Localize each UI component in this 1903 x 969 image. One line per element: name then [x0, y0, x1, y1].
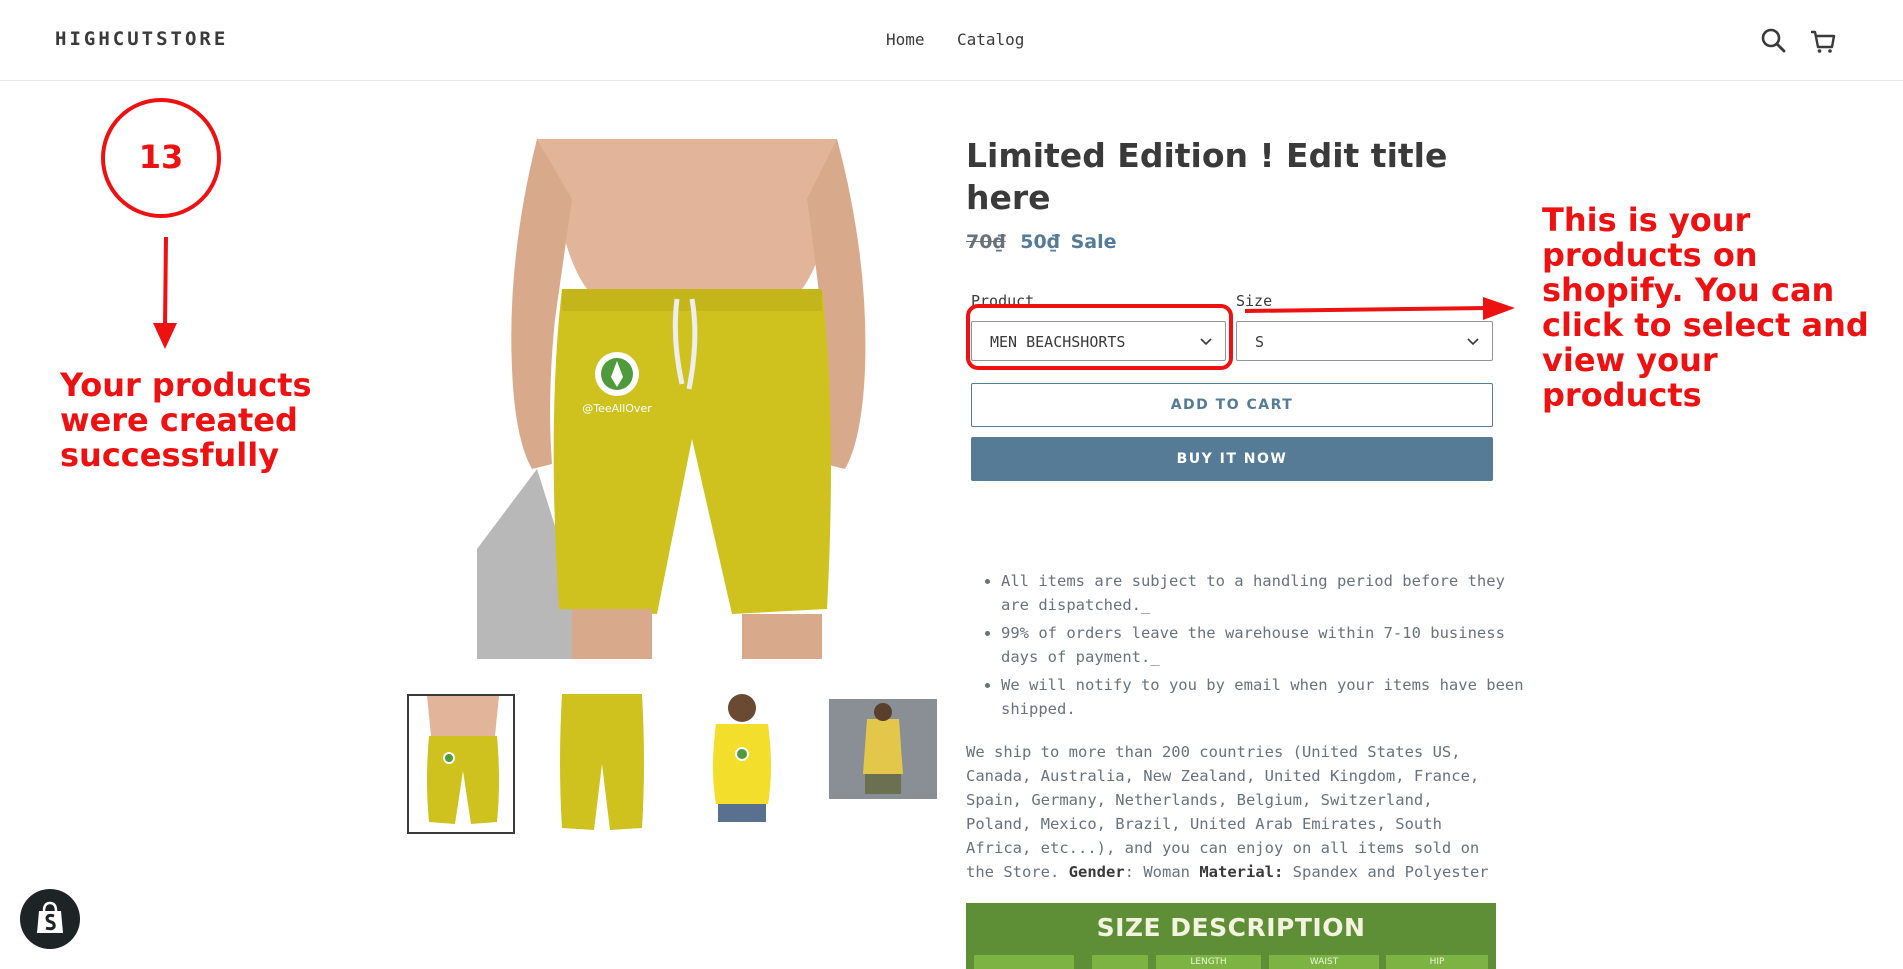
size-column: LENGTH — [1156, 955, 1261, 969]
buy-now-button[interactable]: BUY IT NOW — [971, 437, 1493, 481]
highlight-box — [966, 304, 1233, 370]
size-column: HIP — [1386, 955, 1488, 969]
thumbnail-1[interactable] — [407, 694, 515, 834]
list-item: 99% of orders leave the warehouse within… — [1001, 621, 1541, 669]
size-column — [974, 955, 1074, 969]
product-main-image[interactable]: @TeeAllOver — [477, 139, 930, 659]
gender-label: Gender — [1068, 863, 1125, 881]
size-select-value: S — [1255, 333, 1265, 351]
annotation-right-note: This is your products on shopify. You ca… — [1542, 201, 1869, 414]
price-row: 70₫ 50₫ Sale — [966, 231, 1117, 253]
store-logo[interactable]: HIGHCUTSTORE — [55, 28, 228, 50]
shipping-bullets: All items are subject to a handling peri… — [966, 569, 1541, 725]
arrow-down-icon — [153, 236, 177, 349]
product-description: We ship to more than 200 countries (Unit… — [966, 740, 1506, 884]
arrow-right-icon — [1244, 297, 1515, 320]
material-label: Material: — [1199, 863, 1284, 881]
cart-icon[interactable] — [1808, 26, 1838, 56]
thumbnail-4[interactable] — [829, 694, 937, 834]
shopify-bag-icon[interactable] — [20, 889, 80, 949]
regular-price: 70₫ — [966, 231, 1006, 253]
list-item: All items are subject to a handling peri… — [1001, 569, 1541, 617]
thumbnail-3[interactable] — [688, 694, 796, 834]
sale-badge: Sale — [1070, 231, 1117, 253]
shorts-logo-text: @TeeAllOver — [582, 402, 652, 415]
step-number-badge: 13 — [101, 98, 221, 218]
size-column: WAIST — [1269, 955, 1379, 969]
site-header: HIGHCUTSTORE Home Catalog — [0, 0, 1903, 81]
list-item: We will notify to you by email when your… — [1001, 673, 1541, 721]
gender-value: : Woman — [1124, 863, 1190, 881]
chevron-down-icon — [1466, 334, 1480, 352]
product-title: Limited Edition ! Edit title here — [966, 136, 1448, 217]
add-to-cart-button[interactable]: ADD TO CART — [971, 383, 1493, 427]
nav-link-home[interactable]: Home — [886, 30, 925, 49]
size-description-banner: SIZE DESCRIPTION LENGTH WAIST HIP — [966, 903, 1496, 969]
size-select[interactable]: S — [1236, 321, 1493, 361]
annotation-left-note: Your products were created successfully — [60, 366, 312, 474]
nav-link-catalog[interactable]: Catalog — [957, 30, 1024, 49]
description-text: We ship to more than 200 countries (Unit… — [966, 743, 1480, 881]
size-column — [1092, 955, 1148, 969]
sale-price: 50₫ — [1020, 231, 1060, 253]
thumbnail-2[interactable] — [548, 694, 656, 834]
material-value: Spandex and Polyester — [1283, 863, 1489, 881]
search-icon[interactable] — [1759, 26, 1789, 56]
size-banner-title: SIZE DESCRIPTION — [1096, 913, 1366, 942]
